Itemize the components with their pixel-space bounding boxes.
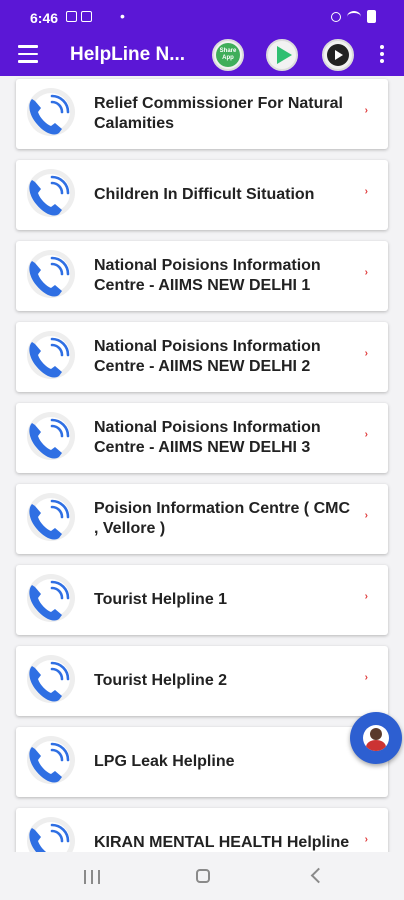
- helpline-label: KIRAN MENTAL HEALTH Helpline: [94, 834, 350, 851]
- recent-apps-icon[interactable]: [84, 870, 100, 884]
- avatar-icon: [363, 725, 389, 751]
- status-bar: 6:46 •: [0, 0, 404, 34]
- menu-icon[interactable]: [18, 45, 38, 63]
- helpline-card[interactable]: Tourist Helpline 1 ›: [16, 565, 388, 635]
- helpline-list[interactable]: Relief Commissioner For Natural Calamiti…: [0, 76, 404, 852]
- phone-call-icon: [27, 655, 75, 703]
- helpline-card[interactable]: Poision Information Centre ( CMC , Vello…: [16, 484, 388, 554]
- play-store-button[interactable]: [266, 39, 298, 71]
- helpline-label: Tourist Helpline 1: [94, 591, 228, 608]
- chevron-right-icon: ›: [364, 348, 368, 359]
- chevron-right-icon: ›: [364, 105, 368, 116]
- helpline-card[interactable]: Tourist Helpline 2 ›: [16, 646, 388, 716]
- helpline-card[interactable]: National Poisions Information Centre - A…: [16, 241, 388, 311]
- phone-call-icon: [27, 412, 75, 460]
- play-store-icon: [276, 46, 292, 64]
- chevron-right-icon: ›: [364, 510, 368, 521]
- more-apps-button[interactable]: [322, 39, 354, 71]
- share-app-icon: Share App: [216, 43, 240, 67]
- app-title: HelpLine N...: [70, 44, 186, 65]
- back-icon[interactable]: [310, 868, 322, 880]
- wifi-icon: [347, 10, 361, 23]
- helpline-card[interactable]: National Poisions Information Centre - A…: [16, 403, 388, 473]
- system-nav-bar: [0, 852, 404, 900]
- phone-call-icon: [27, 169, 75, 217]
- kebab-icon[interactable]: [380, 45, 384, 66]
- battery-icon: [367, 10, 376, 23]
- helpline-label: Tourist Helpline 2: [94, 672, 228, 689]
- chevron-right-icon: ›: [364, 834, 368, 845]
- helpline-card[interactable]: Children In Difficult Situation ›: [16, 160, 388, 230]
- helpline-label: National Poisions Information Centre - A…: [94, 419, 321, 456]
- share-app-label: Share App: [219, 48, 237, 61]
- notification-icon: [81, 11, 92, 22]
- phone-call-icon: [27, 736, 75, 784]
- mute-icon: [331, 11, 341, 22]
- phone-call-icon: [27, 493, 75, 541]
- system-icons: [331, 10, 376, 23]
- chevron-right-icon: ›: [364, 429, 368, 440]
- helpline-label: Poision Information Centre ( CMC , Vello…: [94, 500, 350, 537]
- status-time: 6:46: [30, 10, 59, 26]
- chevron-right-icon: ›: [364, 186, 368, 197]
- chevron-right-icon: ›: [364, 672, 368, 683]
- helpline-label: Relief Commissioner For Natural Calamiti…: [94, 95, 343, 132]
- app-bar: HelpLine N... Share App: [0, 34, 404, 76]
- phone-call-icon: [27, 331, 75, 379]
- chevron-right-icon: ›: [364, 267, 368, 278]
- helpline-card[interactable]: LPG Leak Helpline ›: [16, 727, 388, 797]
- helpline-label: LPG Leak Helpline: [94, 753, 235, 770]
- phone-call-icon: [27, 250, 75, 298]
- phone-call-icon: [27, 574, 75, 622]
- share-app-button[interactable]: Share App: [212, 39, 244, 71]
- helpline-card[interactable]: Relief Commissioner For Natural Calamiti…: [16, 79, 388, 149]
- phone-call-icon: [27, 88, 75, 136]
- helpline-label: Children In Difficult Situation: [94, 186, 315, 203]
- helpline-label: National Poisions Information Centre - A…: [94, 257, 321, 294]
- status-dot: •: [120, 8, 125, 24]
- notification-icon: [66, 11, 77, 22]
- helpline-card[interactable]: KIRAN MENTAL HEALTH Helpline ›: [16, 808, 388, 852]
- helpline-label: National Poisions Information Centre - A…: [94, 338, 321, 375]
- home-icon[interactable]: [196, 869, 210, 883]
- more-apps-icon: [327, 44, 349, 66]
- helpline-card[interactable]: National Poisions Information Centre - A…: [16, 322, 388, 392]
- phone-call-icon: [27, 817, 75, 852]
- chevron-right-icon: ›: [364, 591, 368, 602]
- notification-icons: [66, 11, 92, 22]
- chat-fab-button[interactable]: [350, 712, 402, 764]
